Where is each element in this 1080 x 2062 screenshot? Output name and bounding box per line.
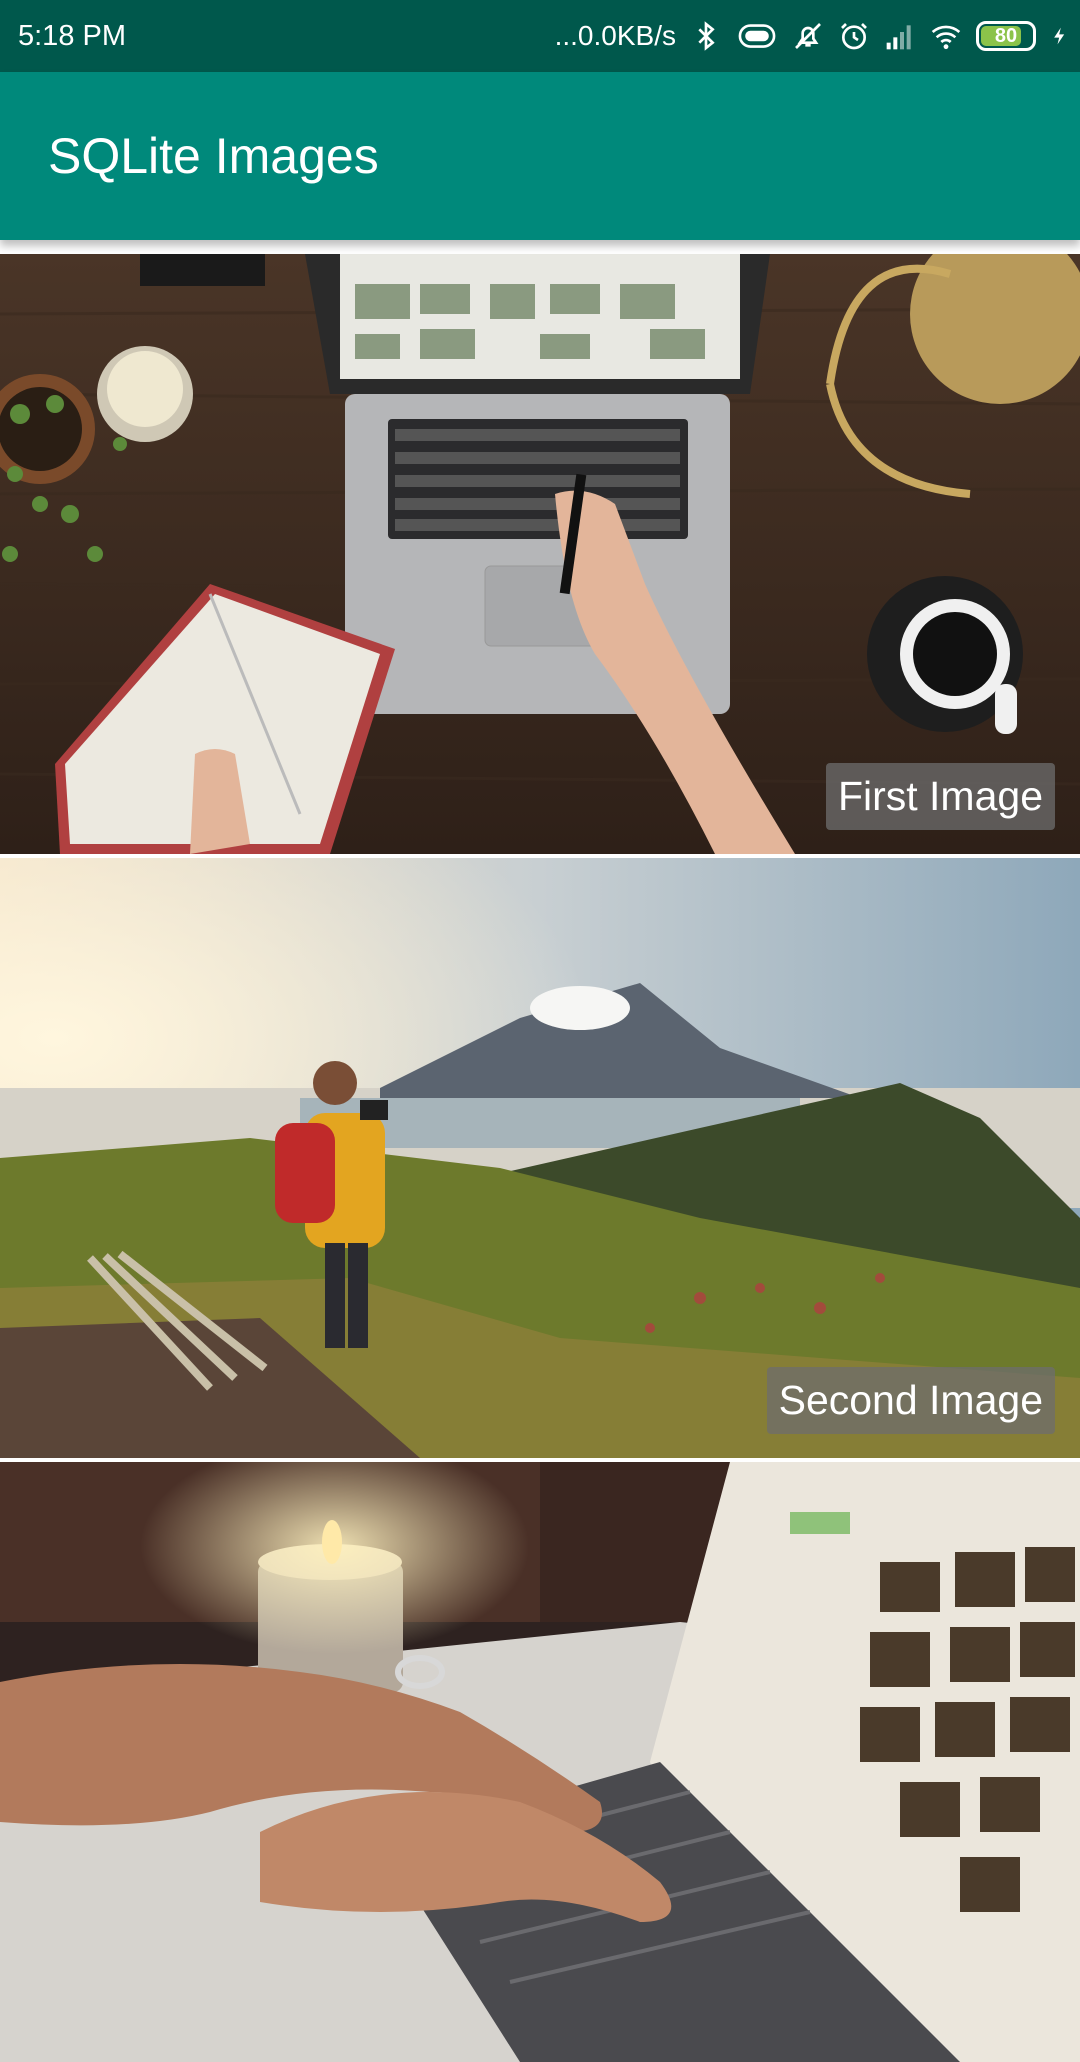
image-card-1[interactable]: First Image <box>0 254 1080 854</box>
image-card-2[interactable]: Second Image <box>0 858 1080 1458</box>
laptop-typing-photo <box>0 1462 1080 2062</box>
charging-icon <box>1054 27 1065 45</box>
status-icons: ...0.0KB/s 80 <box>555 0 1070 72</box>
vibrate-icon <box>738 24 776 48</box>
wifi-icon <box>931 25 961 50</box>
app-title: SQLite Images <box>48 128 379 184</box>
status-bar: 5:18 PM ...0.0KB/s 80 <box>0 0 1080 72</box>
alarm-clock-icon <box>841 23 867 50</box>
app-bar: SQLite Images <box>0 72 1080 240</box>
alarm-off-icon <box>795 23 821 49</box>
bluetooth-icon <box>698 21 715 51</box>
battery-level: 80 <box>994 24 1018 47</box>
network-speed: ...0.0KB/s <box>554 20 676 51</box>
cell-signal-icon <box>886 25 911 50</box>
status-time: 5:18 PM <box>18 20 126 52</box>
image-list[interactable]: First Image Second Image <box>0 254 1080 2062</box>
battery-icon: 80 <box>976 21 1036 51</box>
image-caption: First Image <box>825 763 1055 830</box>
image-card-3[interactable] <box>0 1462 1080 2062</box>
image-caption: Second Image <box>766 1367 1055 1434</box>
